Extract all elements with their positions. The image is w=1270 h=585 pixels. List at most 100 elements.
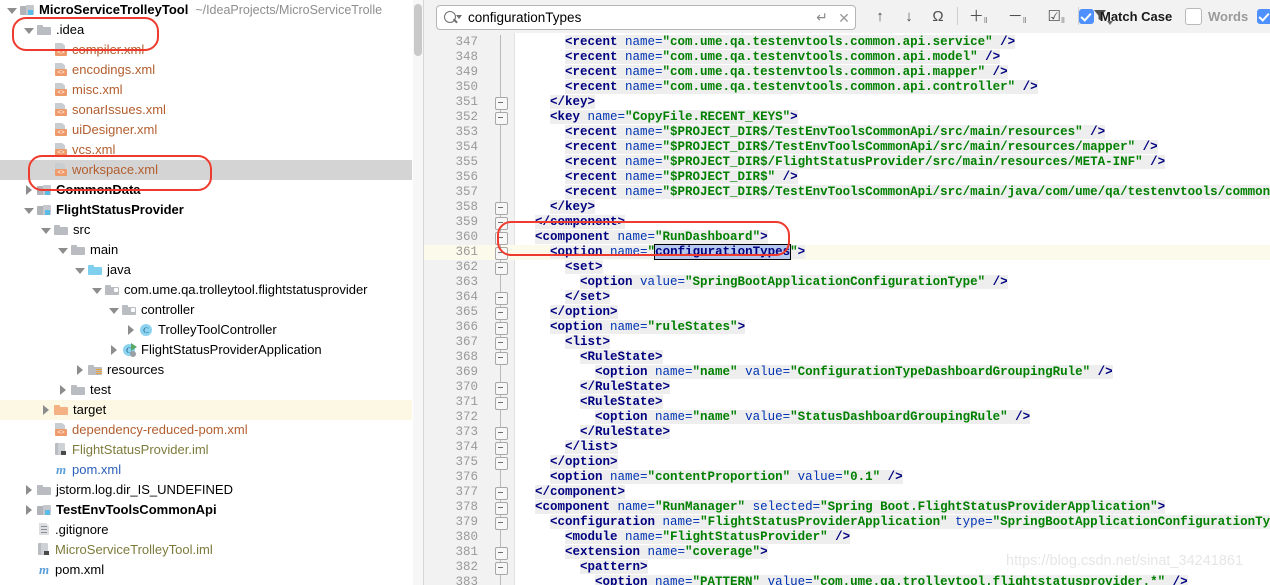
code-line[interactable]: 355 <recent name="$PROJECT_DIR$/FlightSt…	[424, 155, 1270, 170]
fold-gutter-cell[interactable]	[490, 500, 510, 515]
fold-gutter-cell[interactable]	[490, 545, 510, 560]
search-field-container[interactable]: ↵ ✕	[436, 5, 856, 30]
tree-item-java[interactable]: java	[0, 260, 412, 280]
collapse-icon[interactable]	[495, 112, 508, 125]
project-tree-scrollbar-thumb[interactable]	[414, 4, 422, 56]
chevron-down-icon[interactable]	[74, 265, 85, 276]
fold-gutter-cell[interactable]	[490, 455, 510, 470]
collapse-icon[interactable]	[495, 352, 508, 365]
tree-item-idea[interactable]: .idea	[0, 20, 412, 40]
tree-item-jstorm-log-dir-is-undefined[interactable]: jstorm.log.dir_IS_UNDEFINED	[0, 480, 412, 500]
search-input[interactable]	[468, 10, 811, 25]
fold-gutter-cell[interactable]	[490, 425, 510, 440]
fold-gutter-cell[interactable]	[490, 125, 510, 140]
fold-gutter-cell[interactable]	[490, 35, 510, 50]
tree-item-commondata[interactable]: CommonData	[0, 180, 412, 200]
code-line[interactable]: 375 </option>	[424, 455, 1270, 470]
code-line[interactable]: 354 <recent name="$PROJECT_DIR$/TestEnvT…	[424, 140, 1270, 155]
tree-item-flightstatusprovider-iml[interactable]: FlightStatusProvider.iml	[0, 440, 412, 460]
chevron-down-icon[interactable]	[6, 5, 17, 16]
fold-gutter-cell[interactable]	[490, 230, 510, 245]
code-line[interactable]: 368 <RuleState>	[424, 350, 1270, 365]
fold-gutter-cell[interactable]	[490, 440, 510, 455]
collapse-icon[interactable]	[495, 307, 508, 320]
tree-item-misc-xml[interactable]: <> misc.xml	[0, 80, 412, 100]
collapse-icon[interactable]	[495, 322, 508, 335]
tree-item-pom-xml[interactable]: m pom.xml	[0, 460, 412, 480]
tree-item-dependency-reduced-pom-xml[interactable]: <> dependency-reduced-pom.xml	[0, 420, 412, 440]
chevron-right-icon[interactable]	[57, 384, 68, 396]
tree-item-uidesigner-xml[interactable]: <> uiDesigner.xml	[0, 120, 412, 140]
fold-gutter-cell[interactable]	[490, 530, 510, 545]
project-tool-window[interactable]: MicroServiceTrolleyTool ~/IdeaProjects/Mi…	[0, 0, 412, 585]
code-line[interactable]: 349 <recent name="com.ume.qa.testenvtool…	[424, 65, 1270, 80]
tree-item-flightstatusprovider[interactable]: FlightStatusProvider	[0, 200, 412, 220]
chevron-down-icon[interactable]	[57, 245, 68, 256]
add-selection-button[interactable]: ＋ II	[966, 5, 990, 27]
tree-item-main[interactable]: main	[0, 240, 412, 260]
collapse-icon[interactable]	[495, 502, 508, 515]
collapse-icon[interactable]	[495, 292, 508, 305]
code-line[interactable]: 351 </key>	[424, 95, 1270, 110]
tree-item-trolleytoolcontroller[interactable]: C TrolleyToolController	[0, 320, 412, 340]
collapse-icon[interactable]	[495, 487, 508, 500]
fold-gutter-cell[interactable]	[490, 185, 510, 200]
words-checkbox[interactable]: Words	[1185, 8, 1248, 25]
code-line[interactable]: 356 <recent name="$PROJECT_DIR$" />	[424, 170, 1270, 185]
collapse-icon[interactable]	[495, 382, 508, 395]
tree-item-src[interactable]: src	[0, 220, 412, 240]
fold-gutter-cell[interactable]	[490, 170, 510, 185]
code-line[interactable]: 362 <set>	[424, 260, 1270, 275]
code-line[interactable]: 350 <recent name="com.ume.qa.testenvtool…	[424, 80, 1270, 95]
tree-item-resources[interactable]: resources	[0, 360, 412, 380]
fold-gutter-cell[interactable]	[490, 320, 510, 335]
fold-gutter-cell[interactable]	[490, 350, 510, 365]
tree-item-flightstatusproviderapplication[interactable]: C FlightStatusProviderApplication	[0, 340, 412, 360]
collapse-icon[interactable]	[495, 517, 508, 530]
code-line[interactable]: 373 </RuleState>	[424, 425, 1270, 440]
code-line[interactable]: 369 <option name="name" value="Configura…	[424, 365, 1270, 380]
code-line[interactable]: 367 <list>	[424, 335, 1270, 350]
fold-gutter-cell[interactable]	[490, 515, 510, 530]
fold-gutter-cell[interactable]	[490, 305, 510, 320]
fold-gutter-cell[interactable]	[490, 110, 510, 125]
fold-gutter-cell[interactable]	[490, 290, 510, 305]
fold-gutter-cell[interactable]	[490, 260, 510, 275]
code-line[interactable]: 366 <option name="ruleStates">	[424, 320, 1270, 335]
chevron-down-icon[interactable]	[91, 285, 102, 296]
chevron-down-icon[interactable]	[23, 205, 34, 216]
fold-gutter-cell[interactable]	[490, 335, 510, 350]
code-line[interactable]: 363 <option value="SpringBootApplication…	[424, 275, 1270, 290]
fold-gutter-cell[interactable]	[490, 50, 510, 65]
code-line[interactable]: 374 </list>	[424, 440, 1270, 455]
fold-gutter-cell[interactable]	[490, 95, 510, 110]
collapse-icon[interactable]	[495, 427, 508, 440]
collapse-icon[interactable]	[495, 262, 508, 275]
find-previous-button[interactable]: ↑	[868, 5, 892, 27]
fold-gutter-cell[interactable]	[490, 470, 510, 485]
code-line[interactable]: 380 <module name="FlightStatusProvider" …	[424, 530, 1270, 545]
collapse-icon[interactable]	[495, 442, 508, 455]
project-tree-scrollbar[interactable]	[413, 0, 423, 585]
fold-gutter-cell[interactable]	[490, 485, 510, 500]
regex-checkbox[interactable]: R	[1257, 8, 1270, 25]
code-line[interactable]: 383 <option name="PATTERN" value="com.um…	[424, 575, 1270, 585]
fold-gutter-cell[interactable]	[490, 65, 510, 80]
fold-gutter-cell[interactable]	[490, 215, 510, 230]
collapse-icon[interactable]	[495, 337, 508, 350]
tree-item-microservicetrolleytool[interactable]: MicroServiceTrolleyTool ~/IdeaProjects/Mi…	[0, 0, 412, 20]
search-icon[interactable]	[444, 10, 462, 26]
tree-item-encodings-xml[interactable]: <> encodings.xml	[0, 60, 412, 80]
code-line[interactable]: 378 <component name="RunManager" selecte…	[424, 500, 1270, 515]
code-line[interactable]: 372 <option name="name" value="StatusDas…	[424, 410, 1270, 425]
tree-item-compiler-xml[interactable]: <> compiler.xml	[0, 40, 412, 60]
collapse-icon[interactable]	[495, 247, 508, 260]
find-next-button[interactable]: ↓	[897, 5, 921, 27]
tree-item-vcs-xml[interactable]: <> vcs.xml	[0, 140, 412, 160]
fold-gutter-cell[interactable]	[490, 380, 510, 395]
close-icon[interactable]: ✕	[833, 11, 855, 25]
chevron-down-icon[interactable]	[40, 225, 51, 236]
fold-gutter-cell[interactable]	[490, 560, 510, 575]
collapse-icon[interactable]	[495, 217, 508, 230]
code-line[interactable]: 352 <key name="CopyFile.RECENT_KEYS">	[424, 110, 1270, 125]
